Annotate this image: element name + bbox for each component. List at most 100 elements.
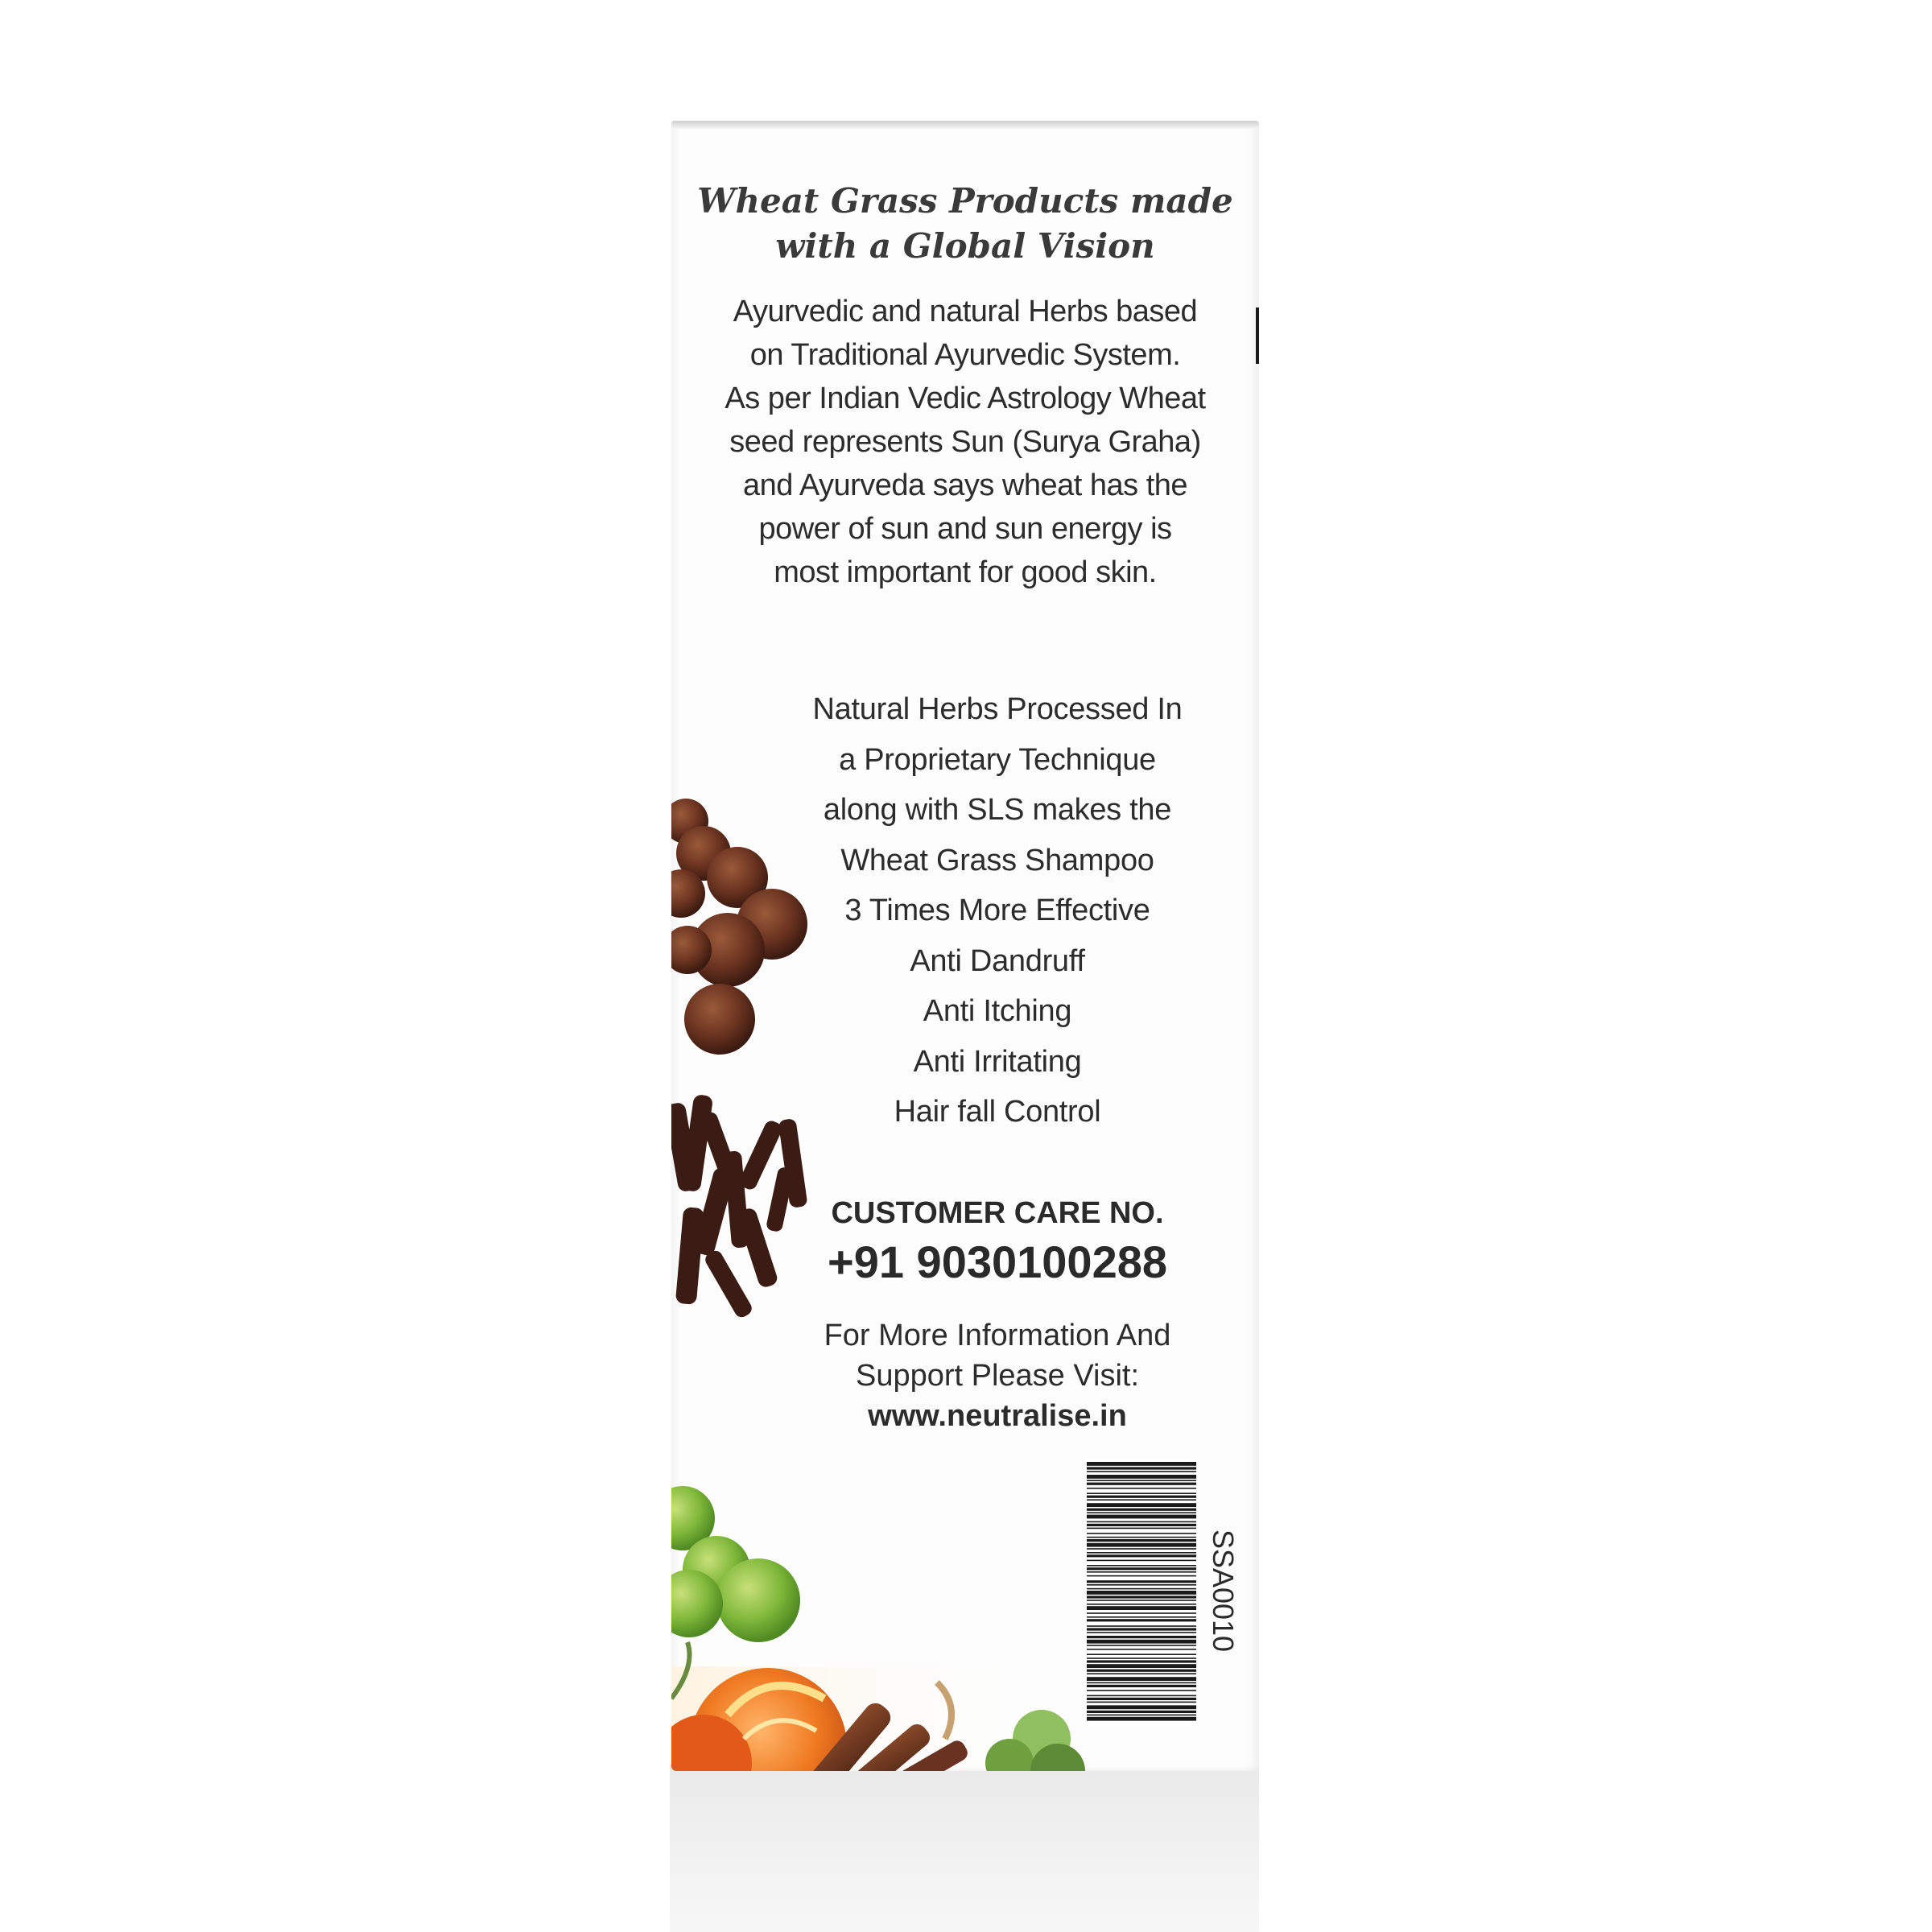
feature-list: Natural Herbs Processed In a Proprietary… <box>760 684 1235 1137</box>
feature-line: a Proprietary Technique <box>839 742 1156 777</box>
tagline-line: with a Global Vision <box>775 226 1155 266</box>
tagline: Wheat Grass Products made with a Global … <box>687 179 1243 269</box>
barcode-bar <box>1087 1653 1196 1655</box>
barcode-bar <box>1087 1480 1196 1481</box>
amla-fruits <box>671 1486 800 1642</box>
barcode-bar <box>1087 1559 1196 1562</box>
barcode-bar <box>1087 1690 1196 1691</box>
barcode-bar <box>1087 1628 1196 1631</box>
support-line: For More Information And <box>824 1319 1171 1352</box>
barcode-bar <box>1087 1591 1196 1595</box>
barcode-bar <box>1087 1645 1196 1646</box>
barcode-bar <box>1087 1567 1196 1571</box>
barcode-bar <box>1087 1701 1196 1703</box>
barcode-bar <box>1087 1575 1196 1577</box>
barcode-bar <box>1087 1495 1196 1498</box>
feature-line: Natural Herbs Processed In <box>812 692 1183 726</box>
feature-line: Anti Itching <box>923 994 1072 1028</box>
box-top-edge <box>671 121 1259 129</box>
barcode-bar <box>1087 1533 1196 1534</box>
intro-paragraph: Ayurvedic and natural Herbs based on Tra… <box>704 290 1227 594</box>
barcode-bar <box>1087 1639 1196 1644</box>
fold-mark <box>1256 308 1259 364</box>
barcode-bar <box>1087 1565 1196 1567</box>
barcode-bar <box>1087 1471 1196 1472</box>
barcode-bar <box>1087 1716 1196 1721</box>
barcode-bar <box>1087 1616 1196 1618</box>
barcode-bar <box>1087 1580 1196 1583</box>
barcode-bar <box>1087 1514 1196 1519</box>
barcode-bar <box>1087 1539 1196 1542</box>
barcode-bar <box>1087 1636 1196 1639</box>
barcode-bar <box>1087 1462 1196 1466</box>
intro-line: on Traditional Ayurvedic System. <box>749 338 1181 372</box>
barcode-bar <box>1087 1542 1196 1547</box>
barcode-bar <box>1087 1552 1196 1554</box>
barcode-bar <box>1087 1508 1196 1511</box>
box-reflection <box>670 1765 1259 1932</box>
intro-line: Ayurvedic and natural Herbs based <box>733 295 1198 328</box>
feature-line: Hair fall Control <box>894 1095 1101 1129</box>
orange-cinnamon-arrangement <box>671 1641 1085 1771</box>
barcode-bar <box>1087 1512 1196 1513</box>
barcode-bar <box>1087 1475 1196 1479</box>
intro-line: power of sun and sun energy is <box>758 512 1172 546</box>
support-line: Support Please Visit: <box>855 1359 1140 1393</box>
support-info: For More Information And Support Please … <box>760 1315 1235 1436</box>
website-url: www.neutralise.in <box>868 1399 1127 1433</box>
barcode-bar <box>1087 1657 1196 1659</box>
barcode-bar <box>1087 1587 1196 1590</box>
feature-line: along with SLS makes the <box>823 793 1172 827</box>
barcode <box>1087 1459 1196 1726</box>
barcode-bar <box>1087 1503 1196 1507</box>
barcode-bar <box>1087 1625 1196 1627</box>
feature-line: Anti Irritating <box>913 1044 1082 1079</box>
barcode-bar <box>1087 1523 1196 1526</box>
barcode-bar <box>1087 1482 1196 1485</box>
intro-line: As per Indian Vedic Astrology Wheat <box>724 382 1206 415</box>
barcode-bar <box>1087 1521 1196 1523</box>
intro-line: and Ayurveda says wheat has the <box>742 469 1188 502</box>
barcode-bar <box>1087 1527 1196 1530</box>
barcode-bar <box>1087 1705 1196 1710</box>
product-photo: Wheat Grass Products made with a Global … <box>0 0 1932 1932</box>
barcode-bar <box>1087 1632 1196 1633</box>
barcode-bar <box>1087 1600 1196 1601</box>
feature-line: Wheat Grass Shampoo <box>840 843 1154 877</box>
barcode-bar <box>1087 1499 1196 1501</box>
barcode-bar <box>1087 1697 1196 1700</box>
shampoo-box-side-panel: Wheat Grass Products made with a Global … <box>671 121 1259 1771</box>
barcode-bar <box>1087 1684 1196 1687</box>
barcode-bar <box>1087 1467 1196 1470</box>
barcode-bar <box>1087 1714 1196 1716</box>
barcode-bar <box>1087 1677 1196 1681</box>
customer-care-phone: +91 9030100288 <box>828 1236 1167 1287</box>
barcode-bar <box>1087 1571 1196 1573</box>
barcode-bar <box>1087 1710 1196 1713</box>
barcode-bar <box>1087 1664 1196 1668</box>
tagline-line: Wheat Grass Products made <box>697 181 1233 221</box>
customer-care-label: CUSTOMER CARE NO. <box>831 1196 1164 1230</box>
feature-line: 3 Times More Effective <box>844 894 1150 927</box>
barcode-bar <box>1087 1492 1196 1494</box>
barcode-bar <box>1087 1682 1196 1684</box>
barcode-code: SSA0010 <box>1203 1470 1243 1711</box>
barcode-bar <box>1087 1606 1196 1610</box>
barcode-bar <box>1087 1604 1196 1605</box>
barcode-bar <box>1087 1619 1196 1622</box>
barcode-bar <box>1087 1548 1196 1550</box>
intro-line: seed represents Sun (Surya Graha) <box>729 425 1201 459</box>
feature-line: Anti Dandruff <box>910 943 1085 978</box>
barcode-bar <box>1087 1660 1196 1663</box>
barcode-code-text: SSA0010 <box>1207 1529 1240 1653</box>
barcode-bar <box>1087 1649 1196 1650</box>
barcode-bar <box>1087 1554 1196 1558</box>
barcode-bar <box>1087 1695 1196 1697</box>
barcode-bar <box>1087 1536 1196 1538</box>
barcode-bar <box>1087 1669 1196 1672</box>
barcode-bar <box>1087 1612 1196 1614</box>
intro-line: most important for good skin. <box>774 555 1157 589</box>
barcode-bar <box>1087 1488 1196 1489</box>
barcode-bar <box>1087 1596 1196 1599</box>
barcode-bar <box>1087 1584 1196 1586</box>
